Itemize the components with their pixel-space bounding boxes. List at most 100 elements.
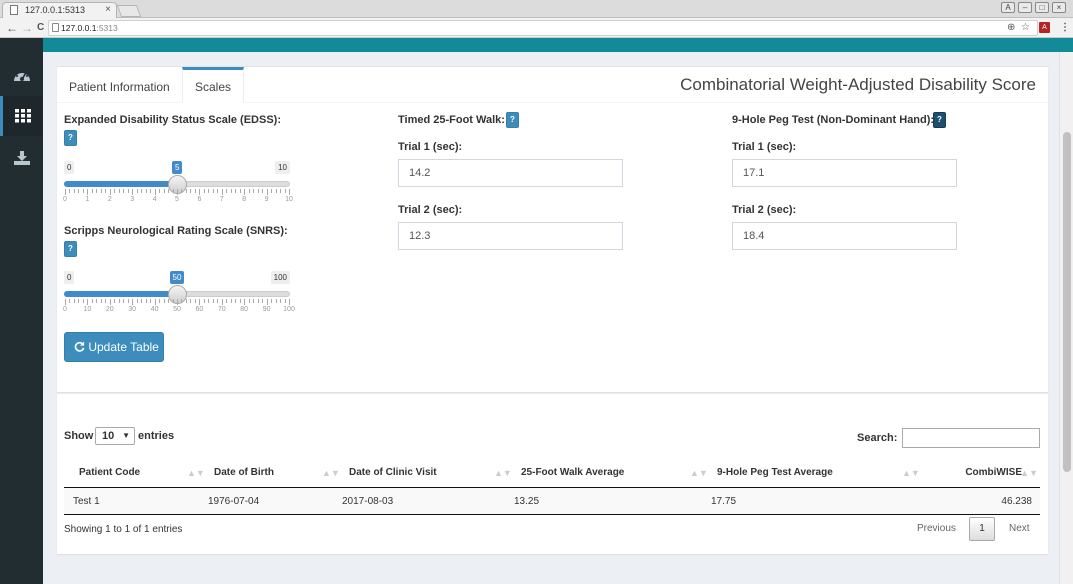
snrs-slider-minor-tick [181,299,183,303]
edss-slider-tick-label: 7 [219,196,224,203]
table-row[interactable]: Test 1 1976-07-04 2017-08-03 13.25 17.75… [64,488,1040,515]
snrs-help-button[interactable]: ? [64,241,77,257]
peg-trial1-input[interactable] [732,159,957,187]
page-info-icon[interactable] [52,23,59,32]
profile-button[interactable]: A [1001,2,1015,13]
edss-slider-minor-tick [203,189,205,193]
edss-slider-tick-label: 10 [285,196,293,203]
tab-scales[interactable]: Scales [182,67,245,103]
tab-close-icon[interactable]: × [105,3,111,17]
snrs-slider-minor-tick [226,299,228,303]
edss-slider-minor-tick [150,189,152,193]
snrs-max-label: 100 [270,271,290,284]
edss-slider-minor-tick [212,189,214,193]
page-1-button[interactable]: 1 [969,517,995,541]
snrs-min-label: 0 [64,271,75,284]
peg-help-button[interactable]: ? [933,112,946,128]
page-scrollbar[interactable] [1059,52,1073,584]
column-header[interactable]: CombiWISE [965,458,1022,488]
tab-nav: Patient Information Scales Combinatorial… [57,67,1048,103]
edss-slider-minor-tick [284,189,286,193]
walk-help-button[interactable]: ? [506,112,519,128]
grid-icon [15,109,31,123]
table-cell: 2017-08-03 [342,496,394,507]
window-close-button[interactable]: × [1052,2,1066,13]
next-page-button[interactable]: Next [1009,517,1030,541]
edss-slider-tick-label: 0 [63,196,67,203]
snrs-slider-minor-tick [118,299,120,303]
edss-slider-minor-tick [235,189,237,193]
reload-icon[interactable]: C [37,20,44,36]
edss-slider-minor-tick [226,189,228,193]
edss-slider-minor-tick [123,189,125,193]
browser-tab[interactable]: 127.0.0.1:5313 × [2,2,117,18]
sort-icon[interactable]: ▲▼ [494,458,512,488]
zoom-icon[interactable]: ⊕ [1007,21,1015,35]
maximize-button[interactable]: □ [1035,2,1049,13]
pdf-extension-icon[interactable]: A [1039,22,1050,33]
snrs-slider-minor-tick [127,299,129,303]
url-input[interactable]: 127.0.0.1:5313 [48,20,1038,36]
snrs-slider-fill [64,291,177,297]
sort-icon[interactable]: ▲▼ [690,458,708,488]
browser-tabbar: 127.0.0.1:5313 × A – □ × [0,0,1073,18]
sort-icon[interactable]: ▲▼ [1020,458,1038,488]
sidebar-item-dashboard[interactable] [0,55,43,95]
edss-help-button[interactable]: ? [64,130,77,146]
update-table-button[interactable]: Update Table [64,332,164,362]
tab-patient-information[interactable]: Patient Information [57,67,182,103]
column-header[interactable]: Date of Clinic Visit [349,458,437,488]
snrs-slider-tick [177,299,178,305]
forward-icon[interactable]: → [21,20,33,36]
browser-menu-icon[interactable]: ⋮ [1060,21,1070,35]
edss-slider-minor-tick [168,189,170,193]
new-tab-button[interactable] [116,5,142,17]
back-icon[interactable]: ← [6,20,18,36]
minimize-button[interactable]: – [1018,2,1032,13]
snrs-slider-minor-tick [194,299,196,303]
snrs-slider-minor-tick [239,299,241,303]
snrs-slider-tick-label: 30 [128,306,137,313]
walk-trial1-input[interactable] [398,159,623,187]
edss-slider-minor-tick [262,189,264,193]
snrs-slider-minor-tick [190,299,192,303]
previous-page-button[interactable]: Previous [917,517,956,541]
edss-max-label: 10 [275,161,290,174]
sort-icon[interactable]: ▲▼ [902,458,920,488]
snrs-slider[interactable]: 0 100 50 0 10 20 30 40 50 60 70 80 90 100 [63,271,295,323]
sidebar-item-grid[interactable] [0,96,43,136]
search-label: Search: [857,432,898,444]
snrs-slider-minor-tick [275,299,277,303]
bookmark-star-icon[interactable]: ☆ [1021,21,1030,35]
entries-length-select[interactable]: 10 ▼ [95,427,135,445]
peg-trial2-input[interactable] [732,222,957,250]
snrs-slider-minor-tick [217,299,219,303]
snrs-slider-tick [289,299,290,305]
sort-icon[interactable]: ▲▼ [322,458,340,488]
scrollbar-thumb[interactable] [1063,132,1071,472]
edss-slider-tick [109,189,111,195]
snrs-slider-minor-tick [271,299,273,303]
sidebar-item-download[interactable] [0,138,43,178]
edss-slider-minor-tick [105,189,107,193]
column-header[interactable]: 25-Foot Walk Average [521,458,624,488]
column-header[interactable]: 9-Hole Peg Test Average [717,458,833,488]
edss-min-label: 0 [64,161,75,174]
snrs-slider-minor-tick [141,299,143,303]
snrs-slider-tick [87,299,89,305]
snrs-slider-minor-tick [248,299,250,303]
walk-trial2-input[interactable] [398,222,623,250]
sort-icon[interactable]: ▲▼ [187,458,205,488]
snrs-slider-tick [199,299,201,305]
table-cell: Test 1 [73,496,100,507]
table-header: Patient Code ▲▼ Date of Birth ▲▼ Date of… [64,458,1040,488]
search-input[interactable] [902,428,1040,448]
edss-slider[interactable]: 0 10 5 0 1 2 3 4 5 6 7 8 9 10 [63,161,293,213]
peg-label: 9-Hole Peg Test (Non-Dominant Hand): [732,114,935,126]
column-header[interactable]: Date of Birth [214,458,274,488]
column-header[interactable]: Patient Code [79,458,140,488]
snrs-slider-minor-tick [145,299,147,303]
snrs-slider-tick [221,299,223,305]
results-table-box: Show 10 ▼ entries Search: Patient Code ▲… [57,394,1048,554]
table-cell: 1976-07-04 [208,496,260,507]
